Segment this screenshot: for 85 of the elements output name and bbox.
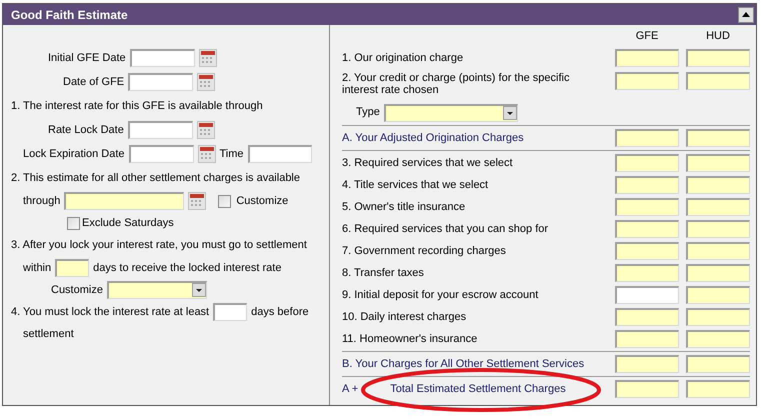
input-field[interactable] (686, 308, 750, 326)
column-header: HUD (705, 28, 731, 44)
field-label: Time (220, 146, 244, 162)
input-field[interactable] (64, 192, 184, 210)
collapse-button[interactable] (738, 6, 754, 22)
input-field[interactable] (686, 72, 750, 90)
input-field[interactable] (615, 198, 679, 216)
checkbox[interactable] (218, 194, 232, 208)
calendar-icon[interactable] (197, 73, 216, 91)
field-label: Customize (51, 282, 103, 298)
field-label: through (23, 194, 60, 209)
window-title: Good Faith Estimate (11, 6, 128, 24)
total-prefix: A + (342, 382, 358, 397)
total-label: Total Estimated Settlement Charges (390, 382, 566, 397)
input-field[interactable] (686, 198, 750, 216)
input-field[interactable] (615, 286, 679, 304)
section-text: 2. This estimate for all other settlement charges is available (11, 170, 300, 186)
input-field[interactable] (615, 330, 679, 348)
input-field[interactable] (213, 303, 248, 321)
input-field[interactable] (686, 242, 750, 260)
row-label: 5. Owner's title insurance (342, 200, 466, 215)
input-field[interactable] (615, 154, 679, 172)
input-field[interactable] (615, 72, 679, 90)
input-field[interactable] (686, 154, 750, 172)
row-label: 11. Homeowner's insurance (342, 332, 478, 347)
field-label: Lock Expiration Date (23, 146, 124, 162)
row-label: 2. Your credit or charge (points) for the specific interest rate chosen (342, 72, 570, 96)
calendar-icon[interactable] (198, 145, 216, 163)
calendar-icon[interactable] (196, 121, 215, 139)
input-field[interactable] (130, 49, 195, 67)
input-field[interactable] (615, 380, 679, 398)
row-label: 6. Required services that you can shop for (342, 222, 548, 237)
input-field[interactable] (686, 380, 750, 398)
section-text: settlement (23, 326, 74, 342)
caret-icon (192, 283, 206, 297)
input-field[interactable] (686, 286, 750, 304)
row-label: 9. Initial deposit for your escrow account (342, 288, 538, 303)
field-label: Rate Lock Date (48, 122, 124, 138)
input-field[interactable] (686, 330, 750, 348)
section-text: days before (251, 304, 309, 320)
field-label: Exclude Saturdays (82, 216, 174, 231)
section-text: 4. You must lock the interest rate at least (11, 304, 210, 320)
input-field[interactable] (686, 49, 750, 67)
input-field[interactable] (615, 242, 679, 260)
row-label: 4. Title services that we select (342, 178, 488, 193)
input-field[interactable] (615, 308, 679, 326)
row-label: 8. Transfer taxes (342, 266, 424, 281)
input-field[interactable] (128, 73, 194, 91)
row-label: 3. Required services that we select (342, 156, 513, 171)
section-text: days to receive the locked interest rate (93, 260, 282, 276)
input-field[interactable] (128, 145, 194, 163)
field-label: Initial GFE Date (48, 50, 126, 66)
input-field[interactable] (615, 49, 679, 67)
field-label: Type (356, 105, 380, 120)
input-field[interactable] (615, 129, 679, 147)
subtotal-label: A. Your Adjusted Origination Charges (342, 130, 524, 146)
calendar-icon[interactable] (198, 49, 217, 67)
field-label: Date of GFE (63, 74, 124, 90)
row-label: 7. Government recording charges (342, 244, 506, 259)
calendar-icon[interactable] (188, 192, 206, 210)
input-field[interactable] (128, 121, 193, 139)
column-header: GFE (634, 28, 660, 44)
input-field[interactable] (615, 264, 679, 282)
input-field[interactable] (686, 264, 750, 282)
field-label: within (23, 260, 52, 276)
input-field[interactable] (615, 176, 679, 194)
input-field[interactable] (55, 259, 90, 277)
input-field[interactable] (686, 220, 750, 238)
input-field[interactable] (686, 129, 750, 147)
input-field[interactable] (248, 145, 312, 163)
dropdown[interactable] (384, 104, 518, 122)
row-label: 1. Our origination charge (342, 50, 464, 66)
caret-icon (502, 106, 517, 120)
input-field[interactable] (686, 355, 750, 373)
section-text: 3. After you lock your interest rate, you must go to settlement (11, 238, 307, 254)
section-text: 1. The interest rate for this GFE is available through (11, 98, 263, 114)
dropdown[interactable] (106, 281, 207, 299)
input-field[interactable] (615, 220, 679, 238)
checkbox[interactable] (67, 216, 80, 230)
subtotal-label: B. Your Charges for All Other Settlement Services (342, 356, 584, 372)
field-label: Customize (236, 194, 288, 209)
row-label: 10. Daily interest charges (342, 310, 466, 325)
input-field[interactable] (615, 355, 679, 373)
input-field[interactable] (686, 176, 750, 194)
up-arrow-icon (742, 12, 750, 17)
